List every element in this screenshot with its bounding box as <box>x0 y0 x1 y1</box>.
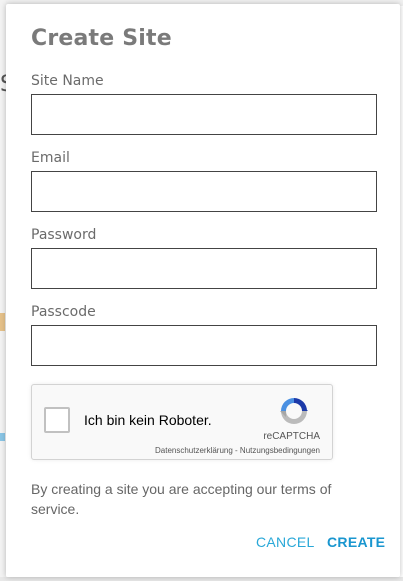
recaptcha-widget: Ich bin kein Roboter. reCAPTCHA Datensch… <box>31 384 333 460</box>
background-mark <box>0 433 5 441</box>
dialog-title: Create Site <box>31 26 172 51</box>
passcode-label: Passcode <box>31 304 96 320</box>
site-name-input[interactable] <box>31 94 377 135</box>
cancel-button[interactable]: CANCEL <box>256 534 315 550</box>
background-bottom-strip <box>0 577 403 581</box>
recaptcha-links[interactable]: Datenschutzerklärung - Nutzungsbedingung… <box>155 446 320 455</box>
site-name-label: Site Name <box>31 73 104 89</box>
password-input[interactable] <box>31 248 377 289</box>
background-mark <box>0 313 5 331</box>
email-input[interactable] <box>31 171 377 212</box>
recaptcha-checkbox-label: Ich bin kein Roboter. <box>84 412 212 428</box>
email-label: Email <box>31 150 70 166</box>
terms-text: By creating a site you are accepting our… <box>31 481 332 517</box>
recaptcha-brand: reCAPTCHA <box>263 431 320 442</box>
create-button[interactable]: CREATE <box>327 534 385 550</box>
recaptcha-icon <box>280 398 308 424</box>
recaptcha-checkbox[interactable] <box>44 407 70 433</box>
password-label: Password <box>31 227 97 243</box>
passcode-input[interactable] <box>31 325 377 366</box>
create-site-dialog: Create Site Site Name Email Password Pas… <box>6 4 400 577</box>
